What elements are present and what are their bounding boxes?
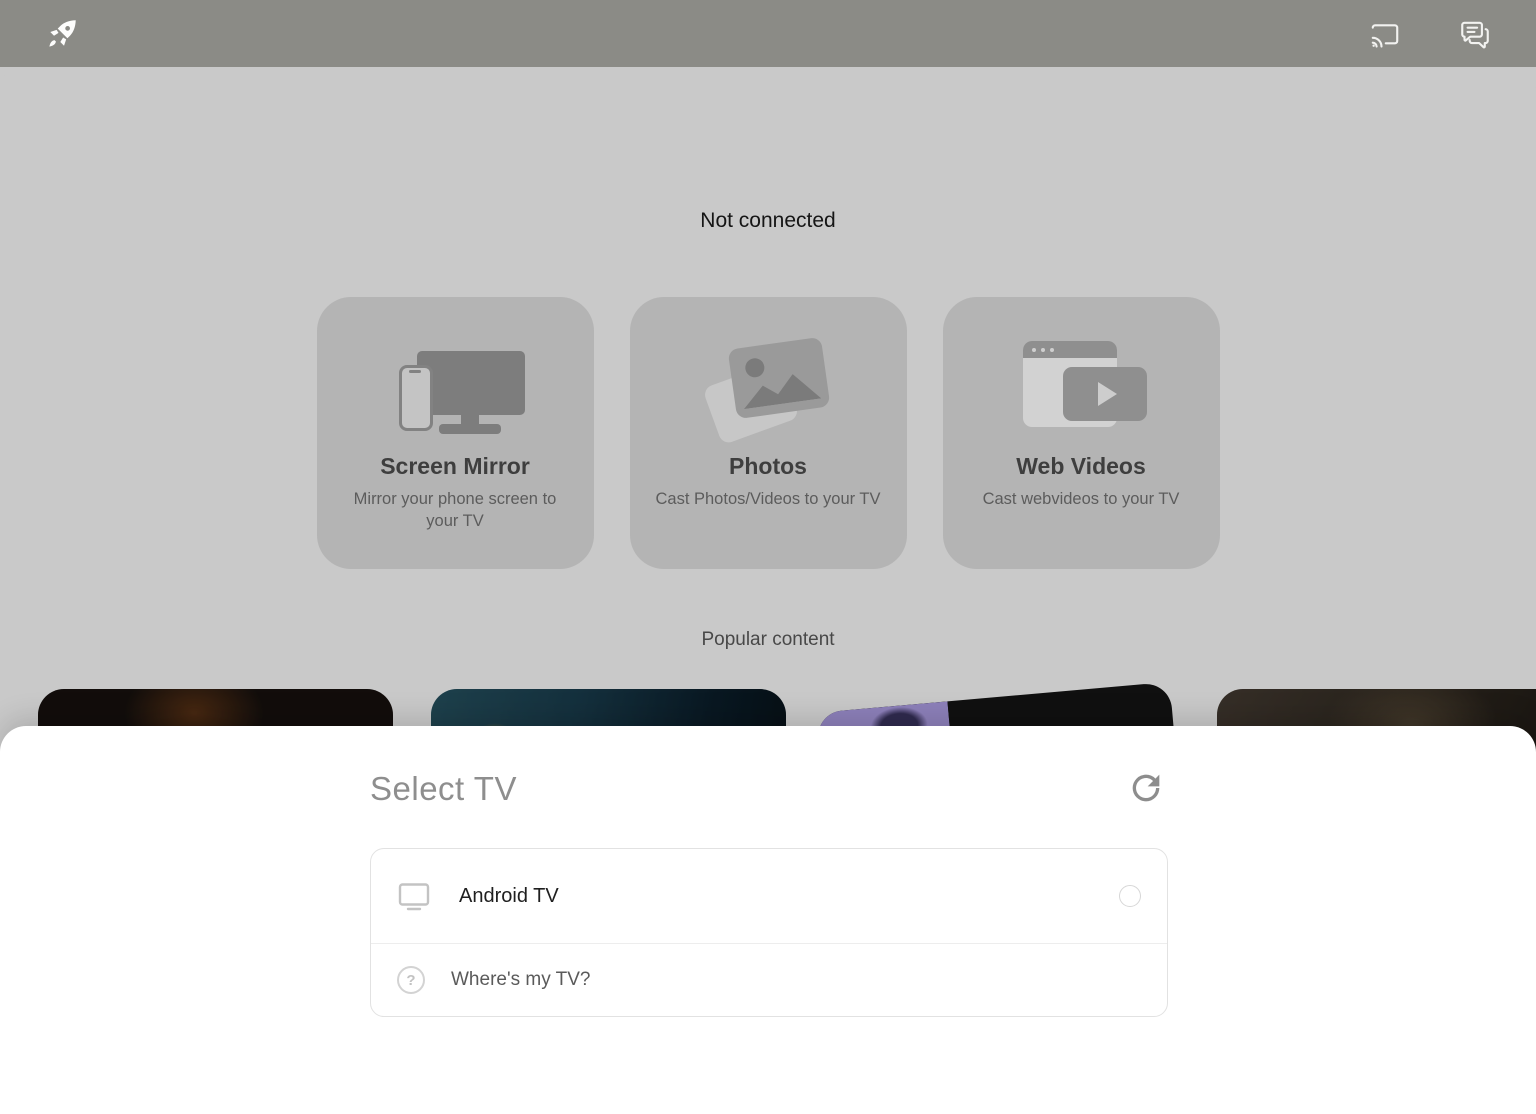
- card-screen-mirror[interactable]: Screen Mirror Mirror your phone screen t…: [317, 297, 594, 569]
- tv-display-icon: [397, 881, 431, 911]
- wheres-my-tv-row[interactable]: ? Where's my TV?: [371, 943, 1167, 1016]
- card-title: Photos: [729, 453, 807, 480]
- photo-stack-icon: [668, 339, 868, 439]
- help-label: Where's my TV?: [451, 969, 590, 991]
- feedback-chat-icon[interactable]: [1458, 17, 1492, 51]
- card-subtitle: Mirror your phone screen to your TV: [337, 489, 573, 533]
- card-title: Screen Mirror: [380, 453, 530, 480]
- question-circle-icon: ?: [397, 966, 425, 994]
- card-title: Web Videos: [1016, 453, 1146, 480]
- popular-content-heading: Popular content: [0, 629, 1536, 651]
- refresh-icon[interactable]: [1126, 768, 1166, 808]
- browser-video-icon: [981, 339, 1181, 439]
- connection-status: Not connected: [0, 209, 1536, 233]
- device-list: Android TV ? Where's my TV?: [370, 848, 1168, 1017]
- top-bar: [0, 0, 1536, 67]
- card-photos[interactable]: Photos Cast Photos/Videos to your TV: [630, 297, 907, 569]
- device-name: Android TV: [459, 885, 559, 908]
- top-bar-actions: [1368, 17, 1492, 51]
- card-subtitle: Cast webvideos to your TV: [963, 489, 1199, 511]
- radio-unselected-icon[interactable]: [1119, 885, 1141, 907]
- cast-icon[interactable]: [1368, 17, 1402, 51]
- device-row-android-tv[interactable]: Android TV: [371, 849, 1167, 943]
- card-subtitle: Cast Photos/Videos to your TV: [650, 489, 886, 511]
- feature-cards-row: Screen Mirror Mirror your phone screen t…: [0, 297, 1536, 569]
- card-web-videos[interactable]: Web Videos Cast webvideos to your TV: [943, 297, 1220, 569]
- rocket-icon: [44, 16, 80, 52]
- phone-tv-mirror-icon: [355, 339, 555, 439]
- select-tv-bottom-sheet: Select TV Android TV ? Where's my TV?: [0, 726, 1536, 1114]
- sheet-title: Select TV: [370, 770, 517, 808]
